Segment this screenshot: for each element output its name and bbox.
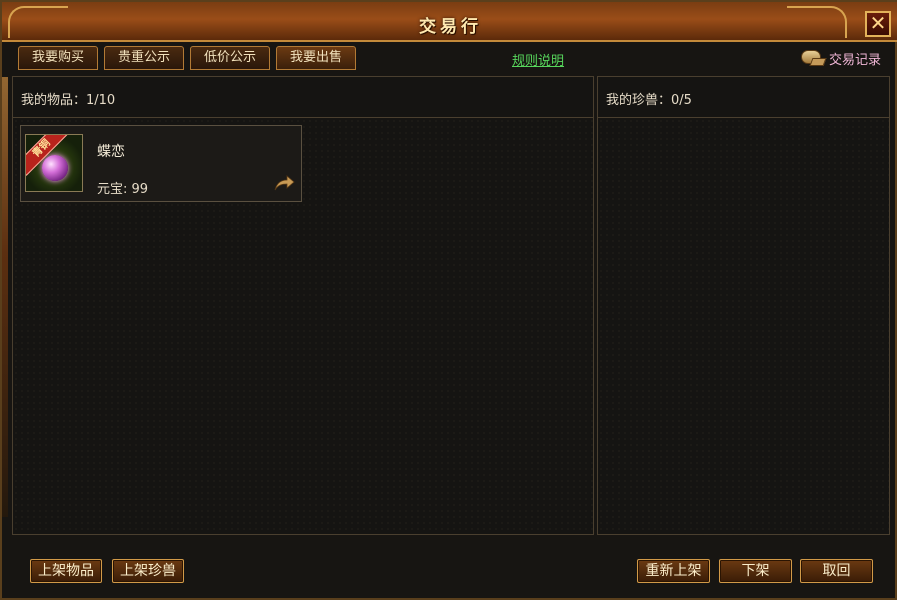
tab-buy[interactable]: 我要购买 (18, 46, 98, 70)
tab-bar: 我要购买 贵重公示 低价公示 我要出售 (18, 46, 356, 70)
share-arrow-icon[interactable] (273, 174, 295, 192)
item-price-value: 99 (131, 182, 149, 197)
my-items-panel: 我的物品：1/10 青铜 蝶恋 元宝: 99 (12, 76, 594, 535)
list-beast-button[interactable]: 上架珍兽 (112, 559, 184, 583)
my-beasts-header: 我的珍兽：0/5 (598, 77, 889, 118)
window-title: 交易行 (419, 17, 482, 37)
my-beasts-list (598, 118, 889, 534)
my-beasts-panel: 我的珍兽：0/5 (597, 76, 890, 535)
item-card[interactable]: 青铜 蝶恋 元宝: 99 (20, 125, 302, 202)
withdraw-button[interactable]: 取回 (800, 559, 873, 583)
trade-record-button[interactable]: 交易记录 (799, 46, 881, 70)
rules-link[interactable]: 规则说明 (512, 50, 564, 69)
unlist-button[interactable]: 下架 (719, 559, 792, 583)
gem-icon: 青铜 (25, 134, 83, 192)
tab-lowprice-public[interactable]: 低价公示 (190, 46, 270, 70)
trade-window: 交易行 ✕ 我要购买 贵重公示 低价公示 我要出售 规则说明 交易记录 我的物品… (0, 0, 897, 600)
trade-record-label: 交易记录 (828, 52, 881, 68)
my-items-header: 我的物品：1/10 (13, 77, 593, 118)
item-name: 蝶恋 (97, 144, 125, 160)
item-price-label: 元宝: (97, 182, 128, 197)
list-item-button[interactable]: 上架物品 (30, 559, 102, 583)
title-bar[interactable]: 交易行 ✕ (2, 2, 897, 42)
scroll-icon (799, 48, 827, 68)
my-items-list: 青铜 蝶恋 元宝: 99 (13, 118, 593, 534)
relist-button[interactable]: 重新上架 (637, 559, 710, 583)
tab-sell[interactable]: 我要出售 (276, 46, 356, 70)
item-price: 元宝: 99 (97, 178, 148, 197)
tab-valuable-public[interactable]: 贵重公示 (104, 46, 184, 70)
side-decoration (2, 77, 8, 517)
close-button[interactable]: ✕ (865, 11, 891, 37)
